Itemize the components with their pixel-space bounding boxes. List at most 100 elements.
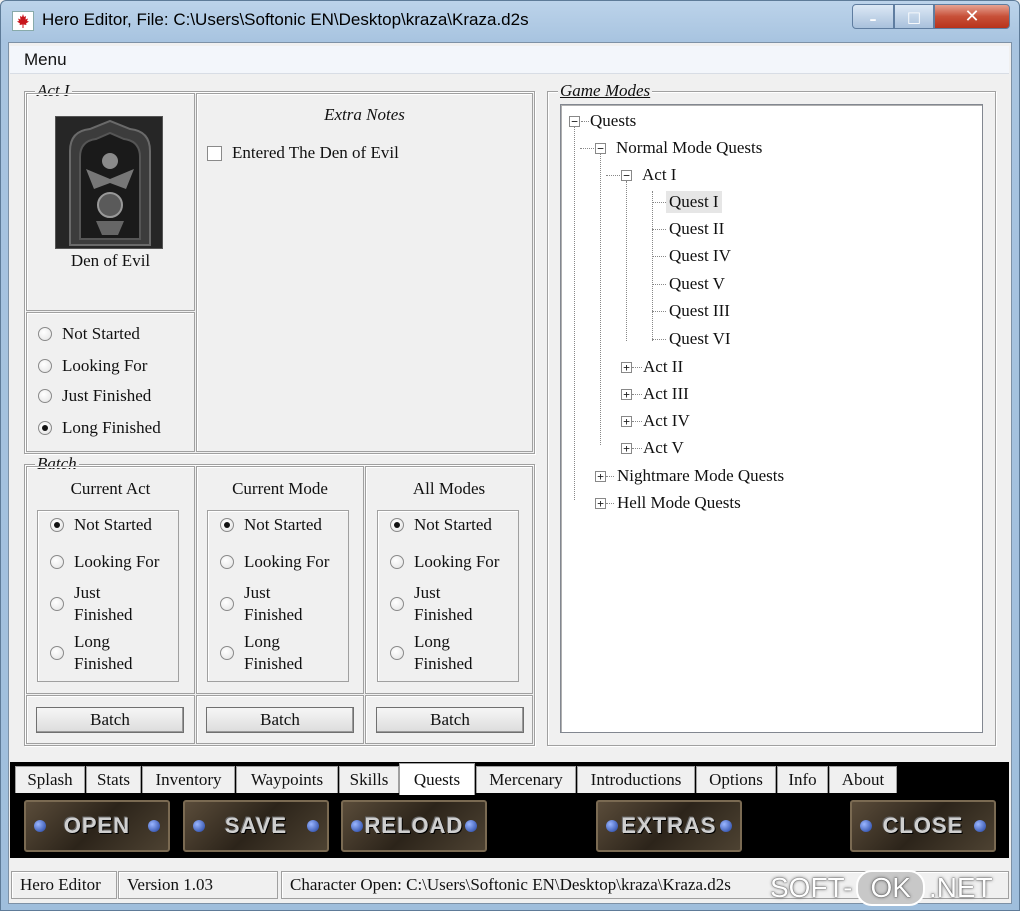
tree-node-quest-2[interactable]: Quest II — [669, 218, 724, 240]
radio-batch3-long-finished[interactable] — [390, 646, 404, 660]
close-button[interactable]: CLOSE — [850, 800, 996, 852]
status-long-finished[interactable]: Long Finished — [38, 418, 161, 438]
batch-current-mode-button[interactable]: Batch — [206, 707, 354, 733]
radio-long-finished[interactable] — [38, 421, 52, 435]
batch3-long-finished[interactable]: Long Finished — [390, 631, 473, 675]
tab-stats[interactable]: Stats — [86, 766, 141, 793]
expand-icon[interactable]: + — [621, 362, 632, 373]
status-not-started[interactable]: Not Started — [38, 324, 140, 344]
option-label: Looking For — [244, 552, 330, 571]
expand-icon[interactable]: + — [621, 389, 632, 400]
close-window-button[interactable]: ✕ — [934, 4, 1010, 29]
batch2-looking-for[interactable]: Looking For — [220, 552, 329, 572]
tree-node-act1[interactable]: Act I — [642, 164, 676, 186]
tree-node-quest-5[interactable]: Quest V — [669, 273, 725, 295]
tree-node-quest-3[interactable]: Quest III — [669, 300, 730, 322]
tree-node-act2[interactable]: Act II — [643, 356, 683, 378]
collapse-icon[interactable]: − — [569, 116, 580, 127]
radio-batch3-looking-for[interactable] — [390, 555, 404, 569]
tab-waypoints[interactable]: Waypoints — [236, 766, 338, 793]
batch-all-modes-button[interactable]: Batch — [376, 707, 524, 733]
tab-mercenary[interactable]: Mercenary — [476, 766, 576, 793]
watermark-part: .NET — [928, 872, 993, 903]
entered-den-checkbox[interactable] — [207, 145, 222, 161]
tree-node-quest-6[interactable]: Quest VI — [669, 328, 731, 350]
expand-icon[interactable]: + — [621, 416, 632, 427]
radio-batch2-looking-for[interactable] — [220, 555, 234, 569]
gem-icon — [148, 820, 160, 832]
collapse-icon[interactable]: − — [595, 143, 606, 154]
watermark: SOFT- OK .NET — [770, 870, 993, 906]
extras-button[interactable]: EXTRAS — [596, 800, 742, 852]
menu-item-menu[interactable]: Menu — [24, 50, 67, 70]
batch-title-all-modes: All Modes — [412, 479, 486, 498]
tab-info[interactable]: Info — [777, 766, 828, 793]
tree-node-normal[interactable]: Normal Mode Quests — [616, 137, 762, 159]
expand-icon[interactable]: + — [621, 443, 632, 454]
reload-label: RELOAD — [364, 813, 464, 838]
save-button[interactable]: SAVE — [183, 800, 329, 852]
batch3-just-finished[interactable]: Just Finished — [390, 582, 473, 626]
radio-batch3-just-finished[interactable] — [390, 597, 404, 611]
status-looking-for[interactable]: Looking For — [38, 356, 147, 376]
maximize-button[interactable]: □ — [894, 4, 934, 29]
status-label: Long Finished — [62, 418, 161, 437]
extras-label: EXTRAS — [621, 813, 717, 838]
collapse-icon[interactable]: − — [621, 170, 632, 181]
radio-batch1-just-finished[interactable] — [50, 597, 64, 611]
tab-options[interactable]: Options — [696, 766, 776, 793]
watermark-part: SOFT- — [770, 872, 853, 903]
batch2-just-finished[interactable]: Just Finished — [220, 582, 303, 626]
tree-line — [632, 448, 642, 449]
expand-icon[interactable]: + — [595, 498, 606, 509]
batch3-not-started[interactable]: Not Started — [390, 515, 492, 535]
tree-node-hell[interactable]: Hell Mode Quests — [617, 492, 741, 514]
tree-line — [652, 202, 666, 203]
radio-looking-for[interactable] — [38, 359, 52, 373]
radio-batch1-looking-for[interactable] — [50, 555, 64, 569]
tree-node-act5[interactable]: Act V — [643, 437, 684, 459]
tree-node-quest-4[interactable]: Quest IV — [669, 245, 731, 267]
batch1-looking-for[interactable]: Looking For — [50, 552, 159, 572]
tab-introductions[interactable]: Introductions — [577, 766, 695, 793]
tab-inventory[interactable]: Inventory — [142, 766, 235, 793]
tree-node-quests[interactable]: Quests — [590, 110, 636, 132]
batch3-looking-for[interactable]: Looking For — [390, 552, 499, 572]
quest-tree[interactable]: − − − + + + + + + Quests Normal Mode Que… — [560, 104, 983, 733]
radio-not-started[interactable] — [38, 327, 52, 341]
radio-batch2-long-finished[interactable] — [220, 646, 234, 660]
tab-splash[interactable]: Splash — [15, 766, 85, 793]
batch2-long-finished[interactable]: Long Finished — [220, 631, 303, 675]
radio-batch2-just-finished[interactable] — [220, 597, 234, 611]
batch2-not-started[interactable]: Not Started — [220, 515, 322, 535]
radio-batch1-long-finished[interactable] — [50, 646, 64, 660]
batch1-not-started[interactable]: Not Started — [50, 515, 152, 535]
option-label: Long — [244, 632, 280, 651]
tab-skills[interactable]: Skills — [339, 766, 399, 793]
tab-about[interactable]: About — [829, 766, 897, 793]
tree-node-act4[interactable]: Act IV — [643, 410, 690, 432]
tree-line — [580, 148, 594, 149]
tree-node-act3[interactable]: Act III — [643, 383, 689, 405]
tree-node-quest-1[interactable]: Quest I — [666, 191, 722, 213]
radio-batch1-not-started[interactable] — [50, 518, 64, 532]
tree-node-nightmare[interactable]: Nightmare Mode Quests — [617, 465, 784, 487]
radio-batch2-not-started[interactable] — [220, 518, 234, 532]
expand-icon[interactable]: + — [595, 471, 606, 482]
gem-icon — [193, 820, 205, 832]
tree-line — [632, 421, 642, 422]
minimize-button[interactable]: – — [852, 4, 894, 29]
radio-just-finished[interactable] — [38, 389, 52, 403]
batch-current-act-button[interactable]: Batch — [36, 707, 184, 733]
close-label: CLOSE — [882, 813, 964, 838]
extra-note-checkbox-row[interactable]: Entered The Den of Evil — [207, 143, 399, 163]
option-label: Not Started — [244, 515, 322, 534]
status-just-finished[interactable]: Just Finished — [38, 386, 151, 406]
reload-button[interactable]: RELOAD — [341, 800, 487, 852]
radio-batch3-not-started[interactable] — [390, 518, 404, 532]
tab-quests[interactable]: Quests — [399, 763, 475, 795]
open-button[interactable]: OPEN — [24, 800, 170, 852]
batch1-long-finished[interactable]: Long Finished — [50, 631, 133, 675]
gem-icon — [465, 820, 477, 832]
batch1-just-finished[interactable]: Just Finished — [50, 582, 133, 626]
